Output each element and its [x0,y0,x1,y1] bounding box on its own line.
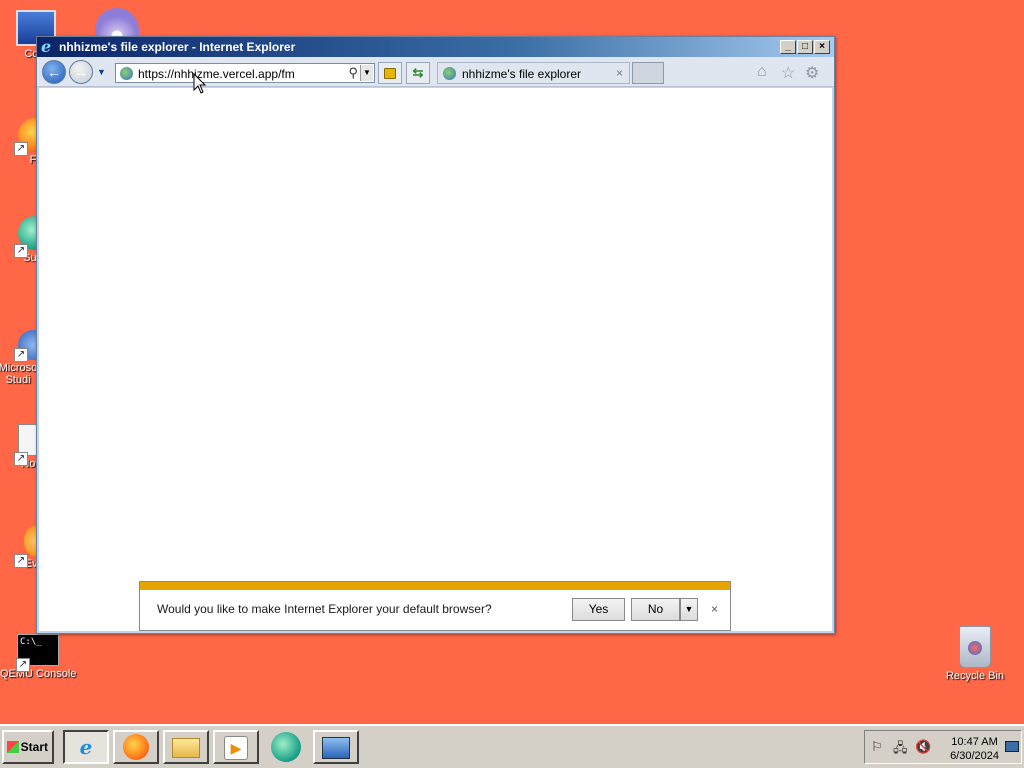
favorites-star-icon[interactable]: ☆ [781,63,795,83]
shortcut-arrow-icon: ↗ [14,142,28,156]
windows-flag-icon [7,741,19,753]
shortcut-arrow-icon: ↗ [14,244,28,258]
notification-stripe [140,582,730,590]
tab-file-explorer[interactable]: nhhizme's file explorer × [437,62,630,84]
taskbar-file-explorer[interactable] [163,730,209,764]
taskbar-supermium[interactable] [263,730,309,764]
arrow-right-icon: → [74,64,88,80]
shortcut-arrow-icon: ↗ [14,348,28,362]
desktop-icon-qemu-console[interactable]: C:\_ ↗ QEMU Console [0,634,76,680]
supermium-icon [271,732,301,762]
clock-date: 6/30/2024 [950,750,999,762]
network-icon[interactable]: 🖧 [893,739,908,761]
close-button[interactable]: × [814,40,830,54]
security-lock-button[interactable] [378,62,402,84]
history-dropdown-icon[interactable]: ▼ [97,67,106,77]
server-manager-icon [322,737,350,759]
desktop-icon-label: Recycle Bin [945,670,1005,682]
search-icon[interactable]: ⚲ [348,65,358,81]
clock-time: 10:47 AM [951,736,998,748]
no-button[interactable]: No [631,598,680,621]
system-tray: ⚐ 🖧 🔇 10:47 AM 6/30/2024 [864,730,1022,764]
new-tab-button[interactable] [632,62,664,84]
desktop-icon-label: QEMU Console [0,668,77,680]
ie-window[interactable]: e nhhizme's file explorer - Internet Exp… [36,36,835,634]
recycle-bin-icon [959,626,991,668]
forward-button[interactable]: → [69,60,93,84]
taskbar-server-manager[interactable] [313,730,359,764]
home-icon[interactable]: ⌂ [757,63,767,81]
notification-close-button[interactable]: × [711,602,718,616]
desktop-icon-recycle-bin[interactable]: Recycle Bin [937,626,1013,682]
desktop-icon-label: Microso Studi [0,362,38,386]
volume-muted-icon[interactable]: 🔇 [915,739,931,755]
page-content[interactable] [39,88,832,631]
tab-title: nhhizme's file explorer [462,67,582,81]
browser-toolbar: ← → ▼ https://nhhizme.vercel.app/fm ⚲ ▼ … [37,57,834,87]
start-button[interactable]: Start [2,730,54,764]
address-url[interactable]: https://nhhizme.vercel.app/fm [138,67,295,81]
site-globe-icon [443,67,456,80]
arrow-left-icon: ← [47,64,61,80]
back-button[interactable]: ← [42,60,66,84]
media-player-icon: ▶ [224,736,248,760]
folder-icon [172,738,200,758]
shortcut-arrow-icon: ↗ [14,452,28,466]
no-options-dropdown[interactable]: ▼ [680,598,698,621]
tab-close-button[interactable]: × [616,66,623,80]
window-titlebar[interactable]: e nhhizme's file explorer - Internet Exp… [37,37,834,57]
refresh-button[interactable]: ⇆ [406,62,430,84]
clock[interactable]: 10:47 AM 6/30/2024 [950,735,999,763]
settings-gear-icon[interactable]: ⚙ [805,63,819,83]
firefox-icon [123,734,149,760]
refresh-icon: ⇆ [412,65,424,80]
taskbar: Start e ▶ ⚐ 🖧 🔇 10:47 AM 6/30/2024 [0,724,1024,768]
window-title: nhhizme's file explorer - Internet Explo… [59,40,296,54]
start-label: Start [20,740,48,754]
default-browser-notification: Would you like to make Internet Explorer… [139,581,731,631]
site-globe-icon [120,67,133,80]
cd-drive-icon[interactable] [95,8,139,36]
notification-message: Would you like to make Internet Explorer… [157,602,492,616]
taskbar-internet-explorer[interactable]: e [63,730,109,764]
ie-logo-icon: e [41,37,52,56]
show-desktop-icon[interactable] [1005,741,1019,752]
shortcut-arrow-icon: ↗ [14,554,28,568]
lock-icon [384,68,396,79]
ie-logo-icon: e [79,735,93,759]
yes-button[interactable]: Yes [572,598,625,621]
taskbar-media-player[interactable]: ▶ [213,730,259,764]
maximize-button[interactable]: □ [797,40,813,54]
action-center-flag-icon[interactable]: ⚐ [871,739,883,755]
mouse-cursor-icon [193,73,207,94]
taskbar-firefox[interactable] [113,730,159,764]
address-dropdown-button[interactable]: ▼ [360,65,373,81]
address-bar[interactable]: https://nhhizme.vercel.app/fm ⚲ ▼ [115,63,375,83]
minimize-button[interactable]: _ [780,40,796,54]
shortcut-arrow-icon: ↗ [16,658,30,672]
